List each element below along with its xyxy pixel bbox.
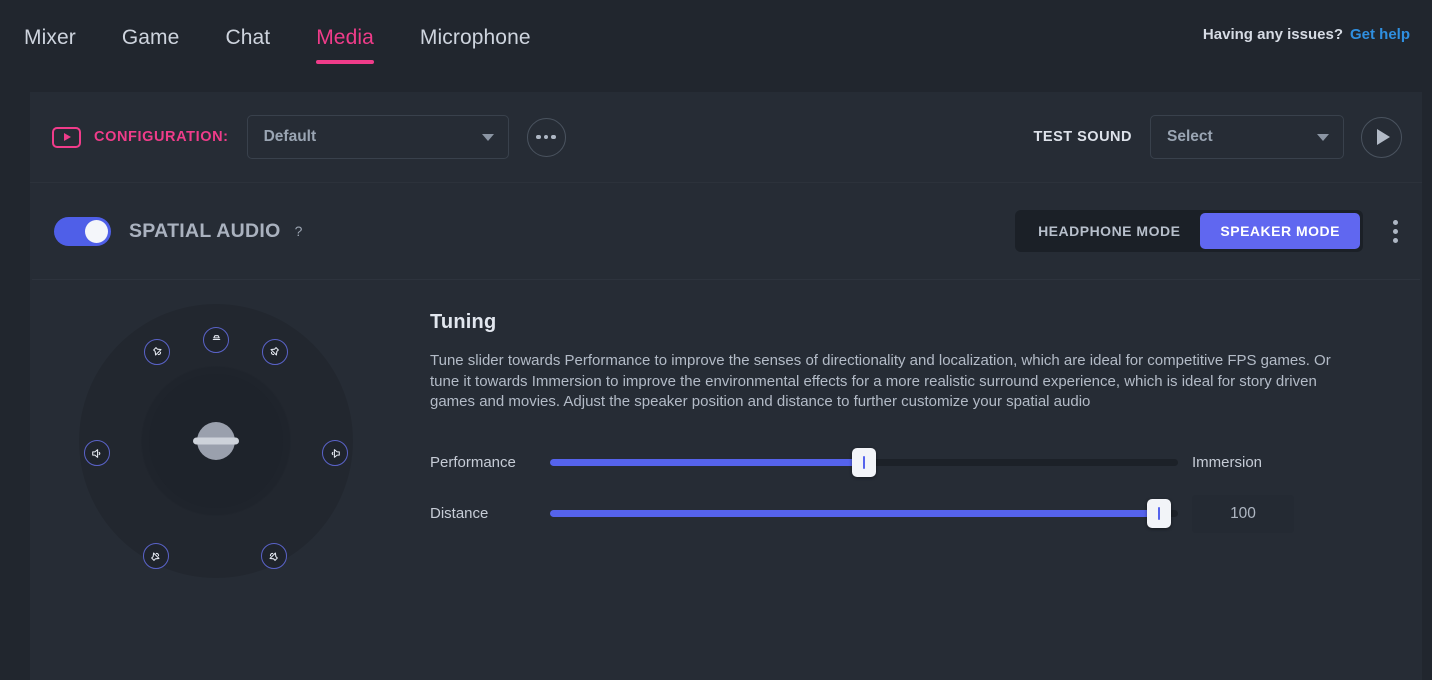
play-icon <box>1377 129 1390 145</box>
dot-icon <box>1393 237 1398 243</box>
dot-icon <box>543 134 549 140</box>
rear-left-speaker[interactable] <box>142 543 169 570</box>
audio-mode-toggle-group: HEADPHONE MODE SPEAKER MODE <box>1015 210 1363 252</box>
spatial-audio-label: SPATIAL AUDIO <box>129 219 281 242</box>
speaker-down-icon <box>212 335 220 341</box>
configuration-more-button[interactable] <box>526 117 566 157</box>
video-play-icon <box>52 126 81 148</box>
dot-icon <box>1393 219 1398 225</box>
speaker-left-icon <box>269 552 278 561</box>
side-left-speaker[interactable] <box>83 440 110 467</box>
dot-icon <box>551 134 556 140</box>
tab-mixer[interactable]: Mixer <box>24 25 76 64</box>
speaker-right-icon <box>151 552 160 561</box>
slider-handle[interactable] <box>852 448 876 477</box>
speaker-mode-button[interactable]: SPEAKER MODE <box>1200 213 1360 249</box>
nav-tabs: Mixer Game Chat Media Microphone <box>0 0 531 64</box>
speaker-volume-icon <box>92 448 101 458</box>
overflow-menu-icon[interactable] <box>1389 216 1402 247</box>
slider-handle[interactable] <box>1147 499 1172 528</box>
distance-slider-row: Distance 100 <box>430 493 1382 535</box>
headphone-mode-button[interactable]: HEADPHONE MODE <box>1018 213 1200 249</box>
distance-value: 100 <box>1192 494 1294 533</box>
slider-fill <box>550 459 864 466</box>
top-navigation-bar: Mixer Game Chat Media Microphone Having … <box>0 0 1432 74</box>
configuration-label: CONFIGURATION: <box>94 129 229 145</box>
performance-immersion-slider-row: Performance Immersion <box>430 442 1382 484</box>
listener-head-icon <box>197 422 235 460</box>
tuning-title: Tuning <box>430 311 497 333</box>
dot-icon <box>536 134 541 140</box>
get-help-link[interactable]: Get help <box>1350 26 1410 43</box>
front-right-speaker[interactable] <box>261 338 288 365</box>
speaker-volume-icon <box>331 448 340 458</box>
test-sound-select-value: Select <box>1167 128 1213 145</box>
tuning-description: Tune slider towards Performance to impro… <box>430 352 1331 410</box>
toggle-knob <box>85 219 108 243</box>
handle-grip-icon <box>1157 507 1161 520</box>
speaker-left-icon <box>270 347 280 356</box>
tuning-section: Tuning Tune slider towards Performance t… <box>430 288 1422 598</box>
spatial-audio-row: SPATIAL AUDIO ? HEADPHONE MODE SPEAKER M… <box>30 183 1422 279</box>
tab-media[interactable]: Media <box>316 25 374 64</box>
spatial-audio-controls: HEADPHONE MODE SPEAKER MODE <box>1015 210 1402 252</box>
side-right-speaker[interactable] <box>322 440 349 467</box>
performance-label: Performance <box>430 454 516 471</box>
diagram-arena <box>79 304 353 578</box>
distance-slider[interactable] <box>550 493 1178 535</box>
center-speaker[interactable] <box>203 326 229 353</box>
spatial-audio-toggle[interactable] <box>54 216 111 246</box>
spatial-audio-detail-section: Tuning Tune slider towards Performance t… <box>30 280 1422 598</box>
handle-grip-icon <box>862 456 866 469</box>
speaker-layout-diagram <box>30 288 430 598</box>
configuration-select[interactable]: Default <box>246 115 509 159</box>
help-area: Having any issues? Get help <box>1203 26 1410 43</box>
distance-label: Distance <box>430 505 489 522</box>
spatial-audio-help-icon[interactable]: ? <box>295 223 303 239</box>
immersion-label: Immersion <box>1192 454 1263 471</box>
speaker-right-icon <box>152 347 162 356</box>
test-sound-select[interactable]: Select <box>1150 115 1344 159</box>
slider-fill <box>550 510 1160 517</box>
configuration-row: CONFIGURATION: Default TEST SOUND Select <box>30 92 1422 183</box>
test-sound-label: TEST SOUND <box>1033 129 1132 145</box>
play-test-sound-button[interactable] <box>1361 116 1402 158</box>
chevron-down-icon <box>481 133 494 141</box>
rear-right-speaker[interactable] <box>260 543 287 570</box>
performance-immersion-slider[interactable] <box>550 442 1178 484</box>
dot-icon <box>1393 228 1398 234</box>
content-panel: CONFIGURATION: Default TEST SOUND Select <box>30 92 1422 680</box>
tab-chat[interactable]: Chat <box>225 25 270 64</box>
tab-microphone[interactable]: Microphone <box>420 25 531 64</box>
help-label: Having any issues? <box>1202 26 1343 43</box>
tab-game[interactable]: Game <box>122 25 180 64</box>
configuration-select-value: Default <box>263 128 317 145</box>
front-left-speaker[interactable] <box>144 338 171 365</box>
test-sound-area: TEST SOUND Select <box>1034 115 1402 159</box>
chevron-down-icon <box>1317 133 1329 141</box>
